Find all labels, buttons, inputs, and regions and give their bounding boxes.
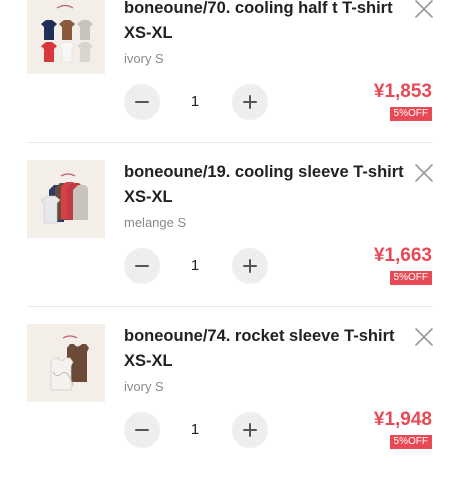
minus-icon: [135, 101, 149, 103]
item-divider: [27, 142, 433, 143]
product-title[interactable]: boneoune/74. rocket sleeve T-shirt XS-XL: [124, 324, 406, 374]
close-icon: [415, 0, 433, 18]
discount-badge: 5%OFF: [389, 435, 432, 449]
decrease-quantity-button[interactable]: [124, 412, 160, 448]
minus-icon: [135, 265, 149, 267]
cart-item-list: boneoune/70. cooling half t T-shirt XS-X…: [0, 0, 460, 460]
close-icon: [415, 164, 433, 182]
discount-badge: 5%OFF: [389, 271, 432, 285]
item-price: ¥1,853: [373, 81, 432, 102]
remove-item-button[interactable]: [412, 325, 436, 349]
minus-icon: [135, 429, 149, 431]
quantity-value: 1: [190, 93, 200, 110]
plus-icon: [243, 259, 257, 273]
product-thumbnail[interactable]: [27, 0, 105, 74]
decrease-quantity-button[interactable]: [124, 248, 160, 284]
increase-quantity-button[interactable]: [232, 248, 268, 284]
discount-badge: 5%OFF: [389, 107, 432, 121]
product-variant: melange S: [124, 215, 187, 230]
plus-icon: [243, 423, 257, 437]
increase-quantity-button[interactable]: [232, 84, 268, 120]
product-title[interactable]: boneoune/19. cooling sleeve T-shirt XS-X…: [124, 160, 406, 210]
tshirt-grid-product-photo: [27, 0, 105, 74]
product-thumbnail[interactable]: [27, 160, 105, 238]
product-thumbnail[interactable]: [27, 324, 105, 402]
increase-quantity-button[interactable]: [232, 412, 268, 448]
product-variant: ivory S: [124, 379, 164, 394]
close-icon: [415, 328, 433, 346]
cart-item: boneoune/74. rocket sleeve T-shirt XS-XL…: [0, 324, 460, 492]
item-price: ¥1,663: [373, 245, 432, 266]
cart-item: boneoune/19. cooling sleeve T-shirt XS-X…: [0, 160, 460, 328]
remove-item-button[interactable]: [412, 0, 436, 21]
tshirt-fan-product-photo: [27, 160, 105, 238]
item-divider: [27, 306, 433, 307]
remove-item-button[interactable]: [412, 161, 436, 185]
product-title[interactable]: boneoune/70. cooling half t T-shirt XS-X…: [124, 0, 406, 46]
tanktop-product-photo: [27, 324, 105, 402]
cart-item: boneoune/70. cooling half t T-shirt XS-X…: [0, 0, 460, 164]
product-variant: ivory S: [124, 51, 164, 66]
quantity-value: 1: [190, 257, 200, 274]
plus-icon: [243, 95, 257, 109]
decrease-quantity-button[interactable]: [124, 84, 160, 120]
item-price: ¥1,948: [373, 409, 432, 430]
quantity-value: 1: [190, 421, 200, 438]
